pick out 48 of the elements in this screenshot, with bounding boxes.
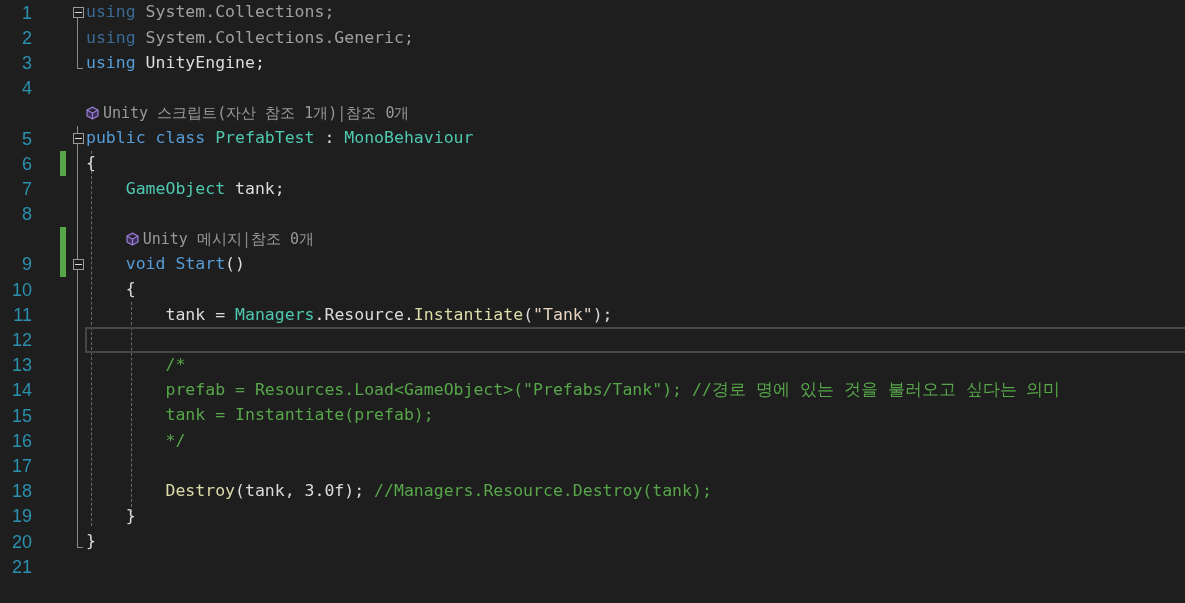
codelens-separator: |	[241, 229, 251, 251]
cube-icon	[86, 106, 99, 121]
line-number: 4	[22, 79, 32, 98]
code-line: using System.Collections.Generic;	[86, 29, 414, 47]
code-line: */	[165, 432, 186, 450]
line-number: 17	[11, 456, 32, 475]
code-line: void Start()	[125, 256, 245, 273]
code-line: prefab = Resources.Load<GameObject>("Prefabs/Tank"); //경로 명에 있는 것을 불러오고 싶다는 의미	[165, 382, 1061, 399]
code-line: /*	[165, 356, 186, 374]
code-line: }	[86, 533, 96, 550]
line-number: 7	[22, 179, 32, 198]
line-number: 5	[22, 129, 32, 148]
line-number: 6	[22, 154, 32, 173]
line-number: 11	[13, 305, 32, 324]
codelens-link[interactable]: Unity 스크립트(자산 참조 1개)	[103, 105, 338, 121]
code-line: GameObject tank;	[125, 180, 285, 198]
line-number: 1	[22, 3, 32, 22]
collapse-icon[interactable]	[72, 258, 84, 270]
line-number: 9	[22, 255, 32, 274]
line-number: 15	[11, 406, 32, 425]
line-number: 21	[11, 557, 32, 576]
code-line: public class PrefabTest : MonoBehaviour	[86, 130, 474, 147]
line-number: 8	[22, 205, 32, 224]
code-line: {	[86, 155, 96, 172]
line-number: 19	[11, 507, 32, 526]
code-line: }	[125, 508, 136, 525]
line-number: 3	[22, 53, 32, 72]
line-number: 18	[11, 482, 32, 501]
line-number: 20	[11, 532, 32, 551]
cube-icon	[125, 232, 139, 247]
collapse-icon[interactable]	[72, 7, 84, 19]
line-number: 13	[11, 356, 32, 375]
collapse-icon[interactable]	[72, 133, 84, 145]
code-line: using System.Collections;	[86, 4, 335, 21]
codelens-link[interactable]: 참조 0개	[250, 231, 315, 247]
line-number: 16	[11, 431, 32, 450]
codelens-link[interactable]: 참조 0개	[346, 105, 410, 121]
line-number: 10	[11, 280, 32, 299]
line-number: 12	[11, 331, 32, 350]
code-line: tank = Instantiate(prefab);	[165, 407, 434, 424]
line-number: 14	[11, 381, 32, 400]
code-line: using UnityEngine;	[86, 54, 265, 72]
code-line: {	[125, 281, 136, 298]
codelens-link[interactable]: Unity 메시지	[142, 231, 242, 247]
code-line: Destroy(tank, 3.0f); //Managers.Resource.Destroy(tank);	[165, 482, 712, 500]
code-line: tank = Managers.Resource.Instantiate("Tank");	[165, 306, 613, 324]
line-number: 2	[22, 28, 32, 47]
codelens-separator: |	[337, 103, 347, 125]
